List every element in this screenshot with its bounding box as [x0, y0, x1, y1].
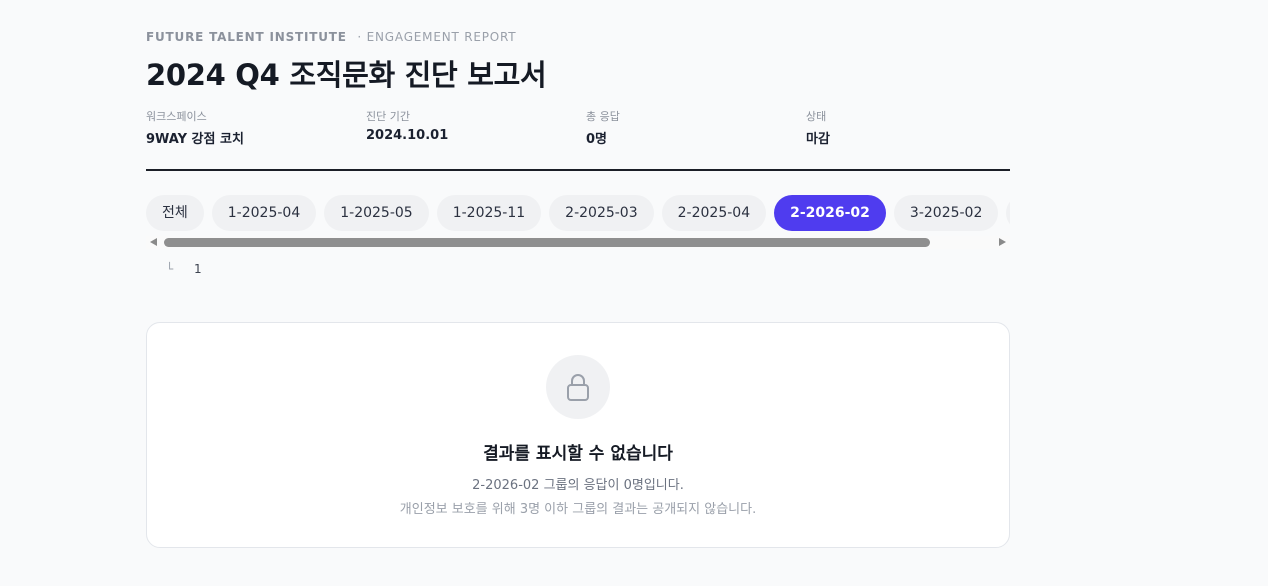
scroll-thumb[interactable]	[164, 238, 930, 247]
sub-group-label: 1	[194, 262, 202, 276]
tabs-scrollbar[interactable]	[146, 236, 1010, 249]
meta-status: 상태 마감	[806, 108, 830, 147]
meta-period: 진단 기간 2024.10.01	[366, 108, 448, 143]
report-meta: 워크스페이스 9WAY 강점 코치 진단 기간 2024.10.01 총 응답 …	[146, 108, 1010, 148]
group-tab-3-2025-05[interactable]: 3-2025-05	[1006, 195, 1010, 231]
meta-value: 0명	[586, 132, 608, 147]
meta-value: 9WAY 강점 코치	[146, 132, 244, 147]
empty-state-card: 결과를 표시할 수 없습니다 2-2026-02 그룹의 응답이 0명입니다. …	[146, 322, 1010, 548]
group-tab-1-2025-11[interactable]: 1-2025-11	[436, 195, 542, 231]
header-divider	[146, 169, 1010, 171]
group-tab-all[interactable]: 전체	[146, 195, 204, 231]
meta-label: 상태	[806, 110, 827, 123]
sub-group-row[interactable]: └ 1	[166, 262, 202, 276]
empty-state-title: 결과를 표시할 수 없습니다	[483, 444, 673, 464]
group-tab-1-2025-04[interactable]: 1-2025-04	[211, 195, 317, 231]
scroll-right-arrow[interactable]	[999, 238, 1006, 246]
group-tab-1-2025-05[interactable]: 1-2025-05	[324, 195, 429, 231]
page-title: 2024 Q4 조직문화 진단 보고서	[146, 58, 547, 92]
scroll-left-arrow[interactable]	[150, 238, 157, 246]
group-tab-list: 전체 1-2025-04 1-2025-05 1-2025-11 2-2025-03 2-…	[146, 195, 1010, 231]
lock-icon-badge	[546, 355, 610, 419]
group-tab-2-2025-03[interactable]: 2-2025-03	[549, 195, 654, 231]
meta-value: 2024.10.01	[366, 128, 449, 143]
group-tabs: 전체 1-2025-04 1-2025-05 1-2025-11 2-2025-03 2-…	[146, 195, 1010, 231]
tree-corner-icon: └	[166, 262, 174, 276]
empty-state-privacy-note: 개인정보 보호를 위해 3명 이하 그룹의 결과는 공개되지 않습니다.	[399, 502, 757, 517]
group-tab-3-2025-02[interactable]: 3-2025-02	[893, 195, 999, 231]
report-type: · ENGAGEMENT REPORT	[357, 30, 517, 44]
meta-label: 워크스페이스	[146, 110, 207, 123]
lock-icon	[567, 374, 589, 401]
meta-value: 마감	[806, 132, 830, 147]
meta-label: 총 응답	[586, 110, 620, 123]
brand-name: FUTURE TALENT INSTITUTE	[146, 30, 347, 44]
group-tab-2-2025-04[interactable]: 2-2025-04	[661, 195, 767, 231]
org-line: FUTURE TALENT INSTITUTE · ENGAGEMENT REP…	[146, 30, 516, 44]
meta-workspace: 워크스페이스 9WAY 강점 코치	[146, 108, 244, 147]
meta-label: 진단 기간	[366, 110, 410, 123]
empty-state-reason: 2-2026-02 그룹의 응답이 0명입니다.	[472, 478, 684, 493]
group-tab-2-2026-02[interactable]: 2-2026-02	[774, 195, 886, 231]
meta-responses: 총 응답 0명	[586, 108, 620, 147]
